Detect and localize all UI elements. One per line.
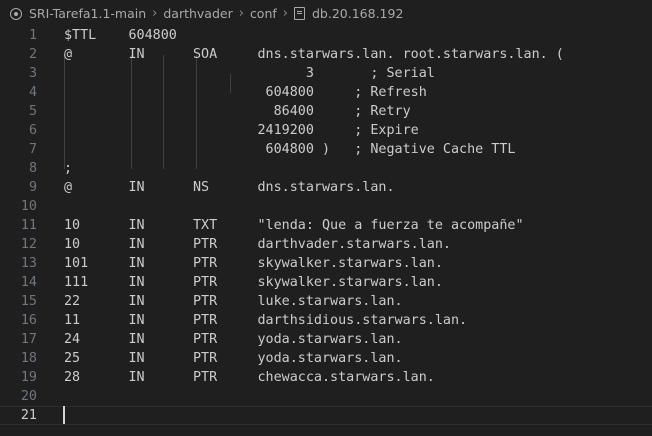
line-number: 10 <box>20 199 37 214</box>
line-number: 6 <box>28 123 37 138</box>
line-number: 18 <box>20 351 37 366</box>
breadcrumb-item-file[interactable]: db.20.168.192 <box>293 6 404 21</box>
line-number: 4 <box>28 85 37 100</box>
code-line[interactable]: 13 101 IN PTR skywalker.starwars.lan. <box>0 254 652 273</box>
code-editor[interactable]: 1 $TTL 604800 2 @ IN SOA dns.starwars.lan. … <box>0 25 652 436</box>
code-line[interactable]: 6 2419200 ; Expire <box>0 121 652 140</box>
text-cursor <box>63 406 65 424</box>
line-text: 24 IN PTR yoda.starwars.lan. <box>64 332 403 347</box>
line-text: @ IN SOA dns.starwars.lan. root.starwars… <box>64 47 564 62</box>
line-number: 15 <box>20 294 37 309</box>
code-line[interactable]: 10 <box>0 197 652 216</box>
code-line[interactable]: 20 <box>0 387 652 406</box>
line-text: 604800 ) ; Negative Cache TTL <box>64 142 516 157</box>
line-number: 5 <box>28 104 37 119</box>
code-line[interactable]: 14 111 IN PTR skywalker.starwars.lan. <box>0 273 652 292</box>
code-line[interactable]: 4 604800 ; Refresh <box>0 83 652 102</box>
code-line[interactable]: 2 @ IN SOA dns.starwars.lan. root.starwar… <box>0 45 652 64</box>
line-text: 101 IN PTR skywalker.starwars.lan. <box>64 256 443 271</box>
line-text: 111 IN PTR skywalker.starwars.lan. <box>64 275 443 290</box>
code-line[interactable]: 16 11 IN PTR darthsidious.starwars.lan. <box>0 311 652 330</box>
chevron-right-icon: › <box>282 6 288 21</box>
breadcrumb-item-darthvader[interactable]: darthvader <box>163 6 232 21</box>
breadcrumb-folder1-label: darthvader <box>163 6 233 21</box>
line-text: 11 IN PTR darthsidious.starwars.lan. <box>64 313 468 328</box>
repo-icon <box>10 7 22 20</box>
line-number: 11 <box>20 218 37 233</box>
line-text: 3 ; Serial <box>64 66 435 81</box>
line-text: 604800 ; Refresh <box>64 85 427 100</box>
breadcrumb-item-conf[interactable]: conf <box>250 6 277 21</box>
line-text: 86400 ; Retry <box>64 104 411 119</box>
line-text: $TTL 604800 <box>64 28 177 43</box>
code-line[interactable]: 7 604800 ) ; Negative Cache TTL <box>0 140 652 159</box>
line-text: 10 IN TXT "lenda: Que a fuerza te acompa… <box>64 218 524 233</box>
code-line[interactable]: 8; <box>0 159 652 178</box>
file-icon <box>293 7 305 20</box>
breadcrumb: SRI-Tarefa1.1-main › darthvader › conf ›… <box>0 0 652 27</box>
line-number: 20 <box>20 389 37 404</box>
line-text: 2419200 ; Expire <box>64 123 419 138</box>
code-line[interactable]: 17 24 IN PTR yoda.starwars.lan. <box>0 330 652 349</box>
line-number: 9 <box>28 180 37 195</box>
code-line[interactable]: 12 10 IN PTR darthvader.starwars.lan. <box>0 235 652 254</box>
code-line[interactable]: 1 $TTL 604800 <box>0 26 652 45</box>
line-text: 28 IN PTR chewacca.starwars.lan. <box>64 370 435 385</box>
breadcrumb-folder2-label: conf <box>249 6 277 21</box>
line-number: 17 <box>20 332 37 347</box>
line-number: 2 <box>28 47 37 62</box>
line-text: 10 IN PTR darthvader.starwars.lan. <box>64 237 451 252</box>
code-line[interactable]: 18 25 IN PTR yoda.starwars.lan. <box>0 349 652 368</box>
code-line[interactable]: 5 86400 ; Retry <box>0 102 652 121</box>
breadcrumb-repo-label: SRI-Tarefa1.1-main <box>29 6 147 21</box>
line-number: 16 <box>20 313 37 328</box>
line-number: 14 <box>20 275 37 290</box>
code-line[interactable]: 3 3 ; Serial <box>0 64 652 83</box>
line-text: ; <box>64 161 73 176</box>
chevron-right-icon: › <box>238 6 244 21</box>
line-number: 7 <box>28 142 37 157</box>
code-line[interactable]: 9 @ IN NS dns.starwars.lan. <box>0 178 652 197</box>
line-number: 8 <box>28 161 37 176</box>
breadcrumb-item-repo[interactable]: SRI-Tarefa1.1-main <box>10 6 146 21</box>
line-number: 21 <box>20 408 37 423</box>
code-line[interactable]: 15 22 IN PTR luke.starwars.lan. <box>0 292 652 311</box>
chevron-right-icon: › <box>152 6 158 21</box>
line-number: 13 <box>20 256 37 271</box>
code-line[interactable]: 11 10 IN TXT "lenda: Que a fuerza te acom… <box>0 216 652 235</box>
line-text: @ IN NS dns.starwars.lan. <box>64 180 395 195</box>
line-number: 3 <box>28 66 37 81</box>
breadcrumb-file-label: db.20.168.192 <box>311 6 404 21</box>
line-number: 12 <box>20 237 37 252</box>
code-line[interactable]: 19 28 IN PTR chewacca.starwars.lan. <box>0 368 652 387</box>
line-text: 25 IN PTR yoda.starwars.lan. <box>64 351 403 366</box>
line-text: 22 IN PTR luke.starwars.lan. <box>64 294 403 309</box>
line-number: 19 <box>20 370 37 385</box>
code-line[interactable]: 21 <box>0 406 652 425</box>
line-number: 1 <box>28 28 37 43</box>
